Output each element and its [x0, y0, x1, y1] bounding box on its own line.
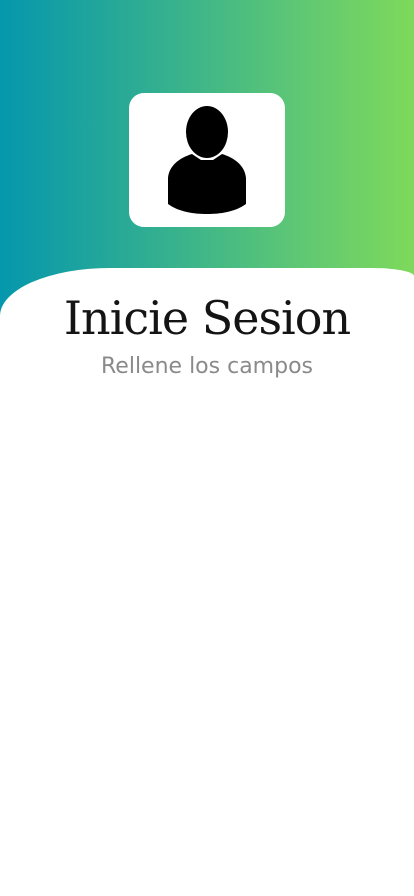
- page-title: Inicie Sesion: [63, 291, 351, 345]
- avatar-card: [129, 93, 285, 227]
- page-subtitle: Rellene los campos: [101, 354, 313, 379]
- user-icon: [165, 106, 249, 214]
